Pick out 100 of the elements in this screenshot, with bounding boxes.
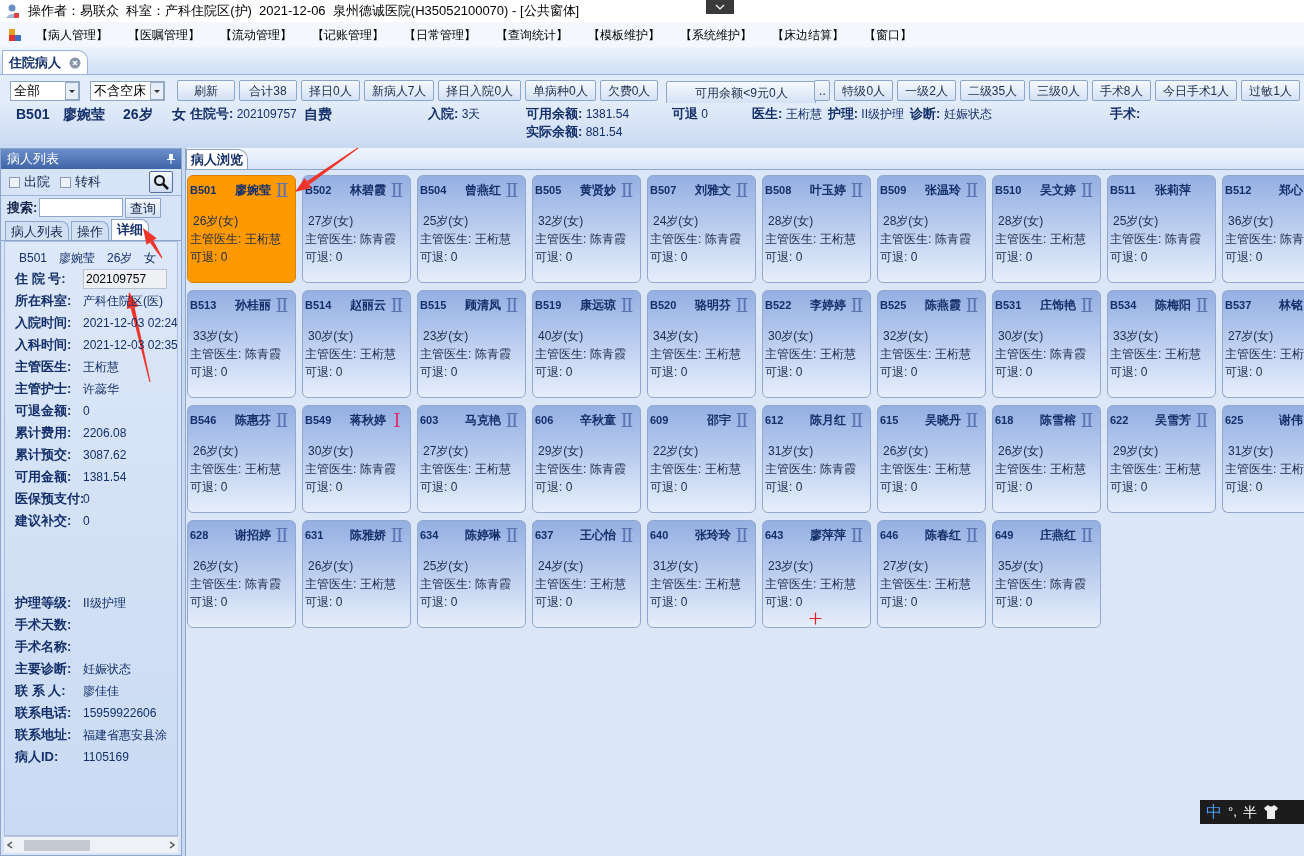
attending-doctor: 主管医生: 王桁慧 (304, 346, 397, 363)
toolbar-button[interactable]: 单病种0人 (525, 80, 596, 101)
close-icon[interactable] (69, 56, 81, 69)
toolbar-button[interactable]: 一级2人 (897, 80, 956, 101)
menu-item[interactable]: 【床边结算】 (772, 25, 864, 44)
patient-card[interactable]: 637 王心怡 Ⅱ 24岁(女) 主管医生: 王桁慧 可退: 0 (532, 520, 641, 628)
patient-card[interactable]: B546 陈惠芬 Ⅱ 26岁(女) 主管医生: 王桁慧 可退: 0 (187, 405, 296, 513)
patient-card[interactable]: 603 马克艳 Ⅱ 27岁(女) 主管医生: 王桁慧 可退: 0 (417, 405, 526, 513)
patient-card[interactable]: B510 吴文婷 Ⅱ 28岁(女) 主管医生: 王桁慧 可退: 0 (992, 175, 1101, 283)
shirt-icon[interactable] (1262, 805, 1279, 819)
toolbar-button[interactable]: 今日手术1人 (1154, 80, 1238, 101)
toolbar-button[interactable]: 择日入院0人 (438, 80, 522, 101)
patient-age: 33岁(女) (192, 328, 240, 345)
patient-card[interactable]: B534 陈梅阳 Ⅱ 33岁(女) 主管医生: 王桁慧 可退: 0 (1107, 290, 1216, 398)
patient-card[interactable]: B515 顾清凤 Ⅱ 23岁(女) 主管医生: 陈青霞 可退: 0 (417, 290, 526, 398)
scroll-left-icon[interactable] (6, 841, 14, 849)
scroll-right-icon[interactable] (168, 841, 176, 849)
patient-age: 28岁(女) (767, 213, 815, 230)
menu-item[interactable]: 【病人管理】 (36, 25, 128, 44)
patient-card[interactable]: B531 庄饰艳 Ⅱ 30岁(女) 主管医生: 陈青霞 可退: 0 (992, 290, 1101, 398)
patient-card[interactable]: 618 陈雪榕 Ⅱ 26岁(女) 主管医生: 王桁慧 可退: 0 (992, 405, 1101, 513)
scrollbar-thumb[interactable] (24, 839, 90, 851)
toolbar-button[interactable]: 合计38 (239, 80, 297, 101)
patient-card[interactable]: B549 蒋秋婷 Ⅰ 30岁(女) 主管医生: 陈青霞 可退: 0 (302, 405, 411, 513)
toolbar-button[interactable]: 过敏1人 (1241, 80, 1300, 101)
menu-item[interactable]: 【系统维护】 (680, 25, 772, 44)
patient-card[interactable]: 628 谢招婷 Ⅱ 26岁(女) 主管医生: 陈青霞 可退: 0 (187, 520, 296, 628)
toolbar-button[interactable]: 可用余额<9元0人 (666, 80, 817, 105)
bed-number: 643 (765, 527, 785, 543)
panel-tab[interactable]: 病人列表 (5, 221, 69, 240)
patient-card[interactable]: B512 郑心 36岁(女) 主管医生: 陈青 可退: 0 (1222, 175, 1304, 283)
patient-card[interactable]: 649 庄燕红 Ⅱ 35岁(女) 主管医生: 陈青霞 可退: 0 (992, 520, 1101, 628)
search-field[interactable] (39, 198, 124, 217)
patient-age: 28岁(女) (997, 213, 1045, 230)
patient-card[interactable]: B508 叶玉婷 Ⅱ 28岁(女) 主管医生: 王桁慧 可退: 0 (762, 175, 871, 283)
patient-card[interactable]: B514 赵丽云 Ⅱ 30岁(女) 主管医生: 王桁慧 可退: 0 (302, 290, 411, 398)
horizontal-scrollbar[interactable] (4, 836, 178, 853)
menu-item[interactable]: 【记账管理】 (312, 25, 404, 44)
toolbar-button[interactable]: 欠费0人 (599, 80, 659, 101)
toolbar-button[interactable]: 择日0人 (301, 80, 360, 101)
bed-number: B519 (535, 297, 563, 313)
collapse-button[interactable] (706, 0, 734, 14)
menu-item[interactable]: 【窗口】 (864, 25, 956, 44)
checkbox[interactable] (60, 176, 71, 188)
toolbar-button[interactable]: 特级0人 (834, 80, 894, 101)
patient-card[interactable]: B501 廖婉莹 Ⅱ 26岁(女) 主管医生: 王桁慧 可退: 0 (187, 175, 296, 283)
patient-card[interactable]: 646 陈春红 Ⅱ 27岁(女) 主管医生: 王桁慧 可退: 0 (877, 520, 986, 628)
patient-age: 27岁(女) (307, 213, 355, 230)
filter-dropdown[interactable]: 全部 (10, 80, 80, 101)
care-level-mark: Ⅱ (849, 525, 865, 545)
patient-card[interactable]: 631 陈雅娇 Ⅱ 26岁(女) 主管医生: 王桁慧 可退: 0 (302, 520, 411, 628)
toolbar-button[interactable]: 刷新 (177, 80, 235, 101)
patient-name: 林碧霞 (349, 182, 386, 199)
patient-card[interactable]: 634 陈婷琳 Ⅱ 25岁(女) 主管医生: 陈青霞 可退: 0 (417, 520, 526, 628)
document-tab[interactable]: 住院病人 (2, 50, 88, 74)
patient-card[interactable]: 625 谢伟 31岁(女) 主管医生: 王桁 可退: 0 (1222, 405, 1304, 513)
bed-number: B549 (305, 412, 333, 428)
menu-item[interactable]: 【查询统计】 (496, 25, 588, 44)
patient-card[interactable]: B511 张莉萍 25岁(女) 主管医生: 陈青霞 可退: 0 (1107, 175, 1216, 283)
patient-card[interactable]: 612 陈月红 Ⅱ 31岁(女) 主管医生: 陈青霞 可退: 0 (762, 405, 871, 513)
menu-item[interactable]: 【模板维护】 (588, 25, 680, 44)
toolbar-button[interactable]: 新病人7人 (363, 80, 435, 101)
refund-amount: 可退: 0 (189, 364, 229, 381)
patient-card[interactable]: 615 吴晓丹 Ⅱ 26岁(女) 主管医生: 王桁慧 可退: 0 (877, 405, 986, 513)
toolbar-button[interactable]: 三级0人 (1029, 80, 1088, 101)
toolbar-button[interactable]: .. (814, 80, 831, 101)
search-button[interactable] (149, 171, 173, 193)
menu-item[interactable]: 【日常管理】 (404, 25, 496, 44)
checkbox[interactable] (9, 176, 20, 188)
patient-card[interactable]: 643 廖萍萍 Ⅱ 23岁(女) 主管医生: 王桁慧 可退: 0 (762, 520, 871, 628)
panel-tab[interactable]: 详细 (111, 219, 149, 240)
patient-card[interactable]: 622 吴雪芳 Ⅱ 29岁(女) 主管医生: 王桁慧 可退: 0 (1107, 405, 1216, 513)
patient-card[interactable]: B509 张温玲 Ⅱ 28岁(女) 主管医生: 陈青霞 可退: 0 (877, 175, 986, 283)
patient-card[interactable]: B522 李婷婷 Ⅱ 30岁(女) 主管医生: 王桁慧 可退: 0 (762, 290, 871, 398)
patient-card[interactable]: B507 刘雅文 Ⅱ 24岁(女) 主管医生: 陈青霞 可退: 0 (647, 175, 756, 283)
patient-card[interactable]: B537 林铭 27岁(女) 主管医生: 王桁 可退: 0 (1222, 290, 1304, 398)
menu-item[interactable]: 【医嘱管理】 (128, 25, 220, 44)
patient-card[interactable]: B519 康远琼 Ⅱ 40岁(女) 主管医生: 陈青霞 可退: 0 (532, 290, 641, 398)
query-button[interactable]: 查询 (125, 197, 162, 218)
patient-age: 26岁(女) (307, 558, 355, 575)
patient-age: 24岁(女) (652, 213, 700, 230)
patient-card[interactable]: 609 邵宇 Ⅱ 22岁(女) 主管医生: 王桁慧 可退: 0 (647, 405, 756, 513)
patient-card[interactable]: B504 曾燕红 Ⅱ 25岁(女) 主管医生: 王桁慧 可退: 0 (417, 175, 526, 283)
panel-tab[interactable]: 操作 (71, 221, 109, 240)
toolbar-button[interactable]: 二级35人 (959, 80, 1026, 101)
care-level-mark: Ⅱ (1194, 295, 1210, 315)
menu-item[interactable]: 【流动管理】 (220, 25, 312, 44)
toolbar-button[interactable]: 手术8人 (1091, 80, 1151, 101)
browser-tab[interactable]: 病人浏览 (186, 149, 248, 169)
input-method-bar[interactable]: 中 °, 半 (1200, 800, 1304, 824)
app-menu-icon[interactable] (8, 27, 22, 42)
filter-dropdown[interactable]: 不含空床 (90, 80, 165, 101)
patient-card[interactable]: B520 骆明芬 Ⅱ 34岁(女) 主管医生: 王桁慧 可退: 0 (647, 290, 756, 398)
patient-card[interactable]: B513 孙桂丽 Ⅱ 33岁(女) 主管医生: 陈青霞 可退: 0 (187, 290, 296, 398)
admission-number-field[interactable]: 202109757 (83, 269, 167, 289)
patient-card[interactable]: 640 张玲玲 Ⅱ 31岁(女) 主管医生: 王桁慧 可退: 0 (647, 520, 756, 628)
patient-card[interactable]: B505 黄贤妙 Ⅱ 32岁(女) 主管医生: 陈青霞 可退: 0 (532, 175, 641, 283)
patient-card[interactable]: 606 辛秋童 Ⅱ 29岁(女) 主管医生: 陈青霞 可退: 0 (532, 405, 641, 513)
patient-card[interactable]: B525 陈燕霞 Ⅱ 32岁(女) 主管医生: 王桁慧 可退: 0 (877, 290, 986, 398)
pin-icon[interactable] (167, 154, 175, 164)
